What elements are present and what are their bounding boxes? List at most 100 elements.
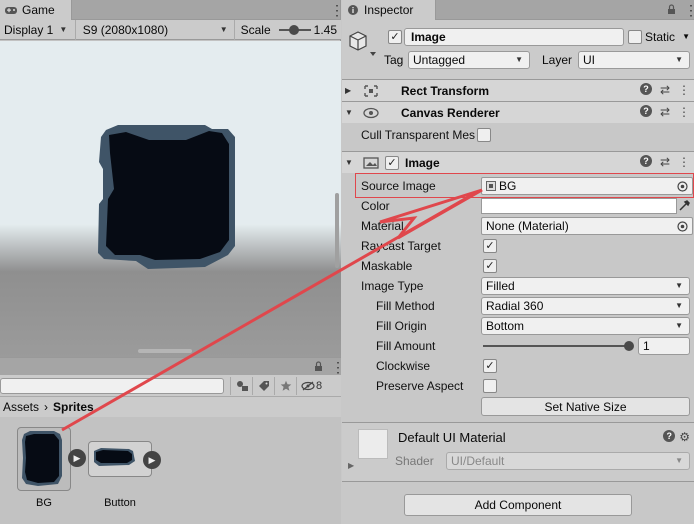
fill-method-value: Radial 360 [486,299,544,313]
image-type-dropdown[interactable]: Filled ▼ [481,277,690,295]
lock-icon[interactable] [314,361,323,372]
fill-method-row: Fill Method Radial 360 ▼ [342,296,694,316]
eyedropper-icon[interactable] [678,199,691,212]
presets-icon[interactable]: ⇄ [660,155,670,169]
lock-icon[interactable] [667,4,676,15]
play-icon[interactable]: ▶ [143,451,161,469]
chevron-down-icon: ▼ [675,321,683,330]
fold-arrow-icon[interactable]: ▼ [345,158,355,167]
layer-value: UI [583,53,595,67]
cube-icon[interactable] [346,28,376,58]
add-component-button[interactable]: Add Component [404,494,632,516]
tab-game[interactable]: Game [0,0,72,20]
chevron-down-icon: ▼ [59,25,68,34]
fill-origin-dropdown[interactable]: Bottom ▼ [481,317,690,335]
component-menu-icon[interactable]: ⋮ [678,105,690,119]
fill-method-dropdown[interactable]: Radial 360 ▼ [481,297,690,315]
maskable-row: Maskable ✓ [342,256,694,276]
fold-arrow-icon[interactable]: ▼ [345,108,355,117]
scale-value: 1.45 [313,22,337,37]
fill-amount-slider[interactable] [483,345,629,347]
breadcrumb-assets[interactable]: Assets [3,400,39,414]
help-icon[interactable]: ? [663,430,676,442]
asset-label-bg: BG [36,497,52,509]
annotation-highlight-box [355,173,694,198]
canvas-renderer-header[interactable]: ▼ Canvas Renderer ? ⇄ ⋮ [342,101,694,123]
filter-by-label-icon[interactable] [252,376,274,395]
fill-amount-value: 1 [643,339,650,353]
shader-dropdown[interactable]: UI/Default ▼ [446,452,690,470]
static-label: Static [645,30,676,44]
favorite-star-icon[interactable] [274,376,296,395]
help-icon[interactable]: ? [639,155,652,167]
help-icon[interactable]: ? [639,105,652,117]
active-checkbox[interactable]: ✓ [388,30,402,44]
inspector-menu-icon[interactable] [684,3,688,17]
asset-item-button[interactable]: ▶ Button [88,441,161,509]
project-toolbar: 8 [0,375,341,397]
resolution-dropdown[interactable]: S9 (2080x1080) ▼ [76,19,235,40]
component-menu-icon[interactable]: ⋮ [678,83,690,97]
play-icon[interactable]: ▶ [68,449,86,467]
scale-slider-knob[interactable] [288,24,299,35]
fill-amount-input[interactable]: 1 [638,337,690,355]
fill-amount-slider-knob[interactable] [624,341,634,351]
fill-amount-label: Fill Amount [376,339,436,353]
game-viewport[interactable] [0,41,341,357]
fill-method-label: Fill Method [376,299,435,313]
set-native-size-button[interactable]: Set Native Size [481,397,690,416]
chevron-down-icon: ▼ [675,456,683,465]
chevron-down-icon: ▼ [675,55,683,64]
filter-by-type-icon[interactable] [230,376,252,395]
project-menu-icon[interactable] [331,360,335,374]
static-checkbox[interactable] [628,30,642,44]
object-picker-icon[interactable] [677,221,688,232]
cull-transparent-row: Cull Transparent Mes [342,125,694,145]
breadcrumb-sprites[interactable]: Sprites [53,400,94,414]
scale-control[interactable]: Scale 1.45 [235,20,341,40]
color-row: Color [342,196,694,216]
chevron-down-icon: ▼ [675,301,683,310]
asset-label-button: Button [104,497,136,509]
game-vertical-scrollbar[interactable] [335,193,339,268]
rect-transform-icon [364,84,378,97]
layer-dropdown[interactable]: UI ▼ [578,51,690,69]
fold-arrow-icon[interactable]: ▶ [348,461,354,470]
hidden-packages-toggle[interactable]: 8 [296,376,326,395]
raycast-target-checkbox[interactable]: ✓ [483,239,497,253]
rect-transform-header[interactable]: ▶ Rect Transform ? ⇄ ⋮ [342,79,694,101]
material-row: Material None (Material) [342,216,694,236]
maskable-checkbox[interactable]: ✓ [483,259,497,273]
image-component-header[interactable]: ▼ ✓ Image ? ⇄ ⋮ [342,151,694,173]
tag-dropdown[interactable]: Untagged ▼ [408,51,530,69]
gear-icon[interactable]: ⚙ [679,430,690,444]
image-type-value: Filled [486,279,515,293]
raycast-target-label: Raycast Target [361,239,441,253]
game-menu-icon[interactable] [330,3,334,17]
object-name-field[interactable]: Image [404,28,624,46]
image-enabled-checkbox[interactable]: ✓ [385,155,399,170]
display-dropdown[interactable]: Display 1 ▼ [0,19,76,40]
game-horizontal-scrollbar[interactable] [138,349,192,353]
color-swatch[interactable] [481,198,677,214]
preserve-aspect-checkbox[interactable] [483,379,497,393]
presets-icon[interactable]: ⇄ [660,105,670,119]
material-field[interactable]: None (Material) [481,217,693,235]
game-and-project-panels: Game Display 1 ▼ S9 (2080x1080) ▼ Scale … [0,0,341,524]
rect-transform-title: Rect Transform [401,83,490,98]
component-menu-icon[interactable]: ⋮ [678,155,690,169]
presets-icon[interactable]: ⇄ [660,83,670,97]
asset-thumbnail: ▶ [17,427,86,491]
clockwise-checkbox[interactable]: ✓ [483,359,497,373]
chevron-down-icon[interactable]: ▼ [682,32,690,41]
project-search-input[interactable] [0,377,224,394]
asset-item-bg[interactable]: ▶ BG [16,427,86,509]
chevron-down-icon: ▼ [515,55,523,64]
fold-arrow-icon[interactable]: ▶ [345,86,355,95]
scale-slider[interactable] [278,24,311,35]
tab-inspector[interactable]: Inspector [342,0,436,20]
help-icon[interactable]: ? [639,83,652,95]
breadcrumb: Assets › Sprites [0,397,341,417]
component-header-icons: ? ⇄ ⋮ [639,83,694,97]
cull-transparent-checkbox[interactable] [477,128,492,142]
